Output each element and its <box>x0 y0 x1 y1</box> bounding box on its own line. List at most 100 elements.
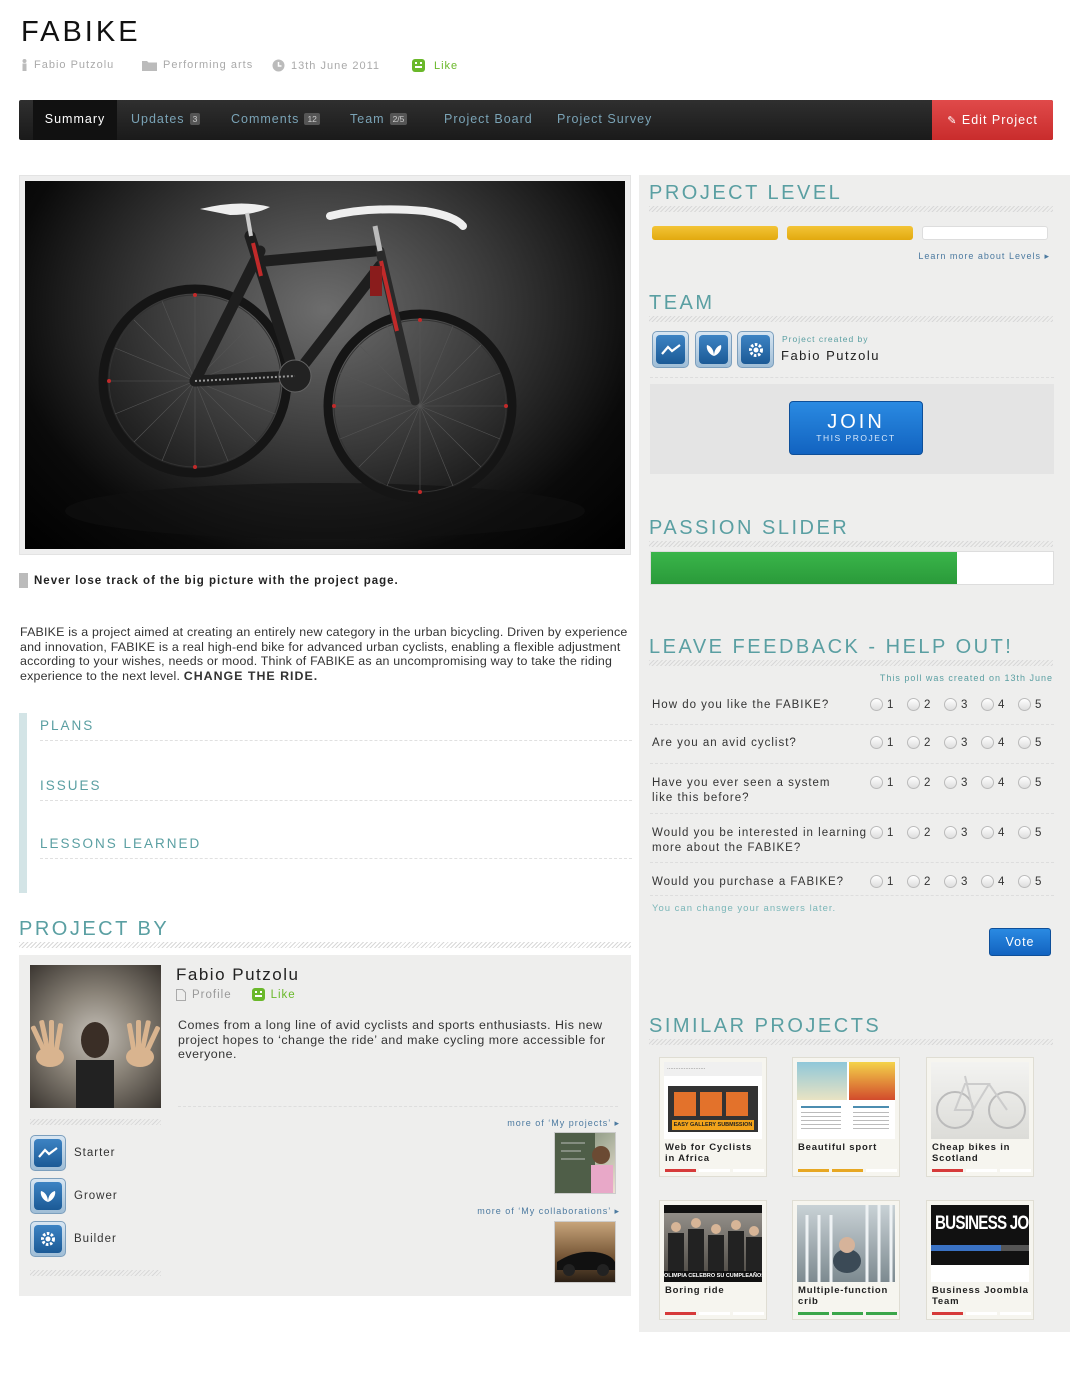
author-meta[interactable]: Fabio Putzolu <box>21 59 114 71</box>
poll-option-q1-5[interactable]: 5 <box>1018 698 1041 711</box>
similar-project-card[interactable]: Beautiful sport <box>792 1057 900 1177</box>
learn-more-levels-link[interactable]: Learn more about Levels ▸ <box>850 251 1050 262</box>
poll-option-q5-2[interactable]: 2 <box>907 875 930 888</box>
poll-option-q2-3[interactable]: 3 <box>944 736 967 749</box>
poll-option-q1-3[interactable]: 3 <box>944 698 967 711</box>
poll-option-q1-4[interactable]: 4 <box>981 698 1004 711</box>
radio-button[interactable] <box>944 736 957 749</box>
my-project-thumbnail[interactable] <box>554 1132 616 1194</box>
role-grower[interactable]: Grower <box>30 1178 118 1214</box>
edit-project-button[interactable]: ✎ Edit Project <box>932 100 1053 140</box>
role-starter[interactable]: Starter <box>30 1135 116 1171</box>
tab-comments[interactable]: Comments 12 <box>231 100 320 140</box>
radio-button[interactable] <box>870 776 883 789</box>
creator-bio: Comes from a long line of avid cyclists … <box>178 1018 606 1062</box>
radio-button[interactable] <box>870 875 883 888</box>
poll-option-q4-4[interactable]: 4 <box>981 826 1004 839</box>
poll-option-q3-5[interactable]: 5 <box>1018 776 1041 789</box>
radio-button[interactable] <box>944 698 957 711</box>
category-meta[interactable]: Performing arts <box>142 59 253 71</box>
tab-project-survey[interactable]: Project Survey <box>557 100 652 140</box>
radio-button[interactable] <box>870 736 883 749</box>
level-segment <box>866 1169 897 1172</box>
tab-summary[interactable]: Summary <box>33 100 117 140</box>
poll-option-q5-3[interactable]: 3 <box>944 875 967 888</box>
like-button[interactable]: Like <box>412 59 458 72</box>
radio-button[interactable] <box>944 826 957 839</box>
person-icon <box>22 59 27 71</box>
passion-slider-fill[interactable] <box>651 552 957 584</box>
poll-option-q3-4[interactable]: 4 <box>981 776 1004 789</box>
radio-button[interactable] <box>944 875 957 888</box>
poll-option-q4-3[interactable]: 3 <box>944 826 967 839</box>
radio-button[interactable] <box>907 875 920 888</box>
poll-option-q4-2[interactable]: 2 <box>907 826 930 839</box>
poll-option-q1-1[interactable]: 1 <box>870 698 893 711</box>
poll-option-q2-1[interactable]: 1 <box>870 736 893 749</box>
radio-button[interactable] <box>907 736 920 749</box>
team-grower-icon[interactable] <box>695 331 732 368</box>
tab-project-board[interactable]: Project Board <box>444 100 533 140</box>
category-name[interactable]: Performing arts <box>163 59 253 71</box>
poll-option-q2-2[interactable]: 2 <box>907 736 930 749</box>
radio-button[interactable] <box>981 698 994 711</box>
avatar[interactable] <box>30 965 161 1108</box>
poll-option-q2-4[interactable]: 4 <box>981 736 1004 749</box>
vote-button[interactable]: Vote <box>989 928 1051 956</box>
description-text: FABIKE is a project aimed at creating an… <box>20 625 628 683</box>
radio-button[interactable] <box>981 736 994 749</box>
radio-button[interactable] <box>870 826 883 839</box>
poll-option-q1-2[interactable]: 2 <box>907 698 930 711</box>
tab-updates[interactable]: Updates 3 <box>131 100 201 140</box>
more-my-projects-link[interactable]: more of ‘My projects’ ▸ <box>440 1118 620 1129</box>
role-builder[interactable]: Builder <box>30 1221 117 1257</box>
radio-button[interactable] <box>1018 826 1031 839</box>
radio-button[interactable] <box>944 776 957 789</box>
more-my-collaborations-link[interactable]: more of ‘My collaborations’ ▸ <box>420 1206 620 1217</box>
profile-link[interactable]: Profile <box>192 989 232 1001</box>
radio-button[interactable] <box>907 826 920 839</box>
radio-button[interactable] <box>907 698 920 711</box>
poll-option-q5-1[interactable]: 1 <box>870 875 893 888</box>
grower-icon <box>30 1178 66 1214</box>
poll-option-q4-1[interactable]: 1 <box>870 826 893 839</box>
hero-image-bike <box>25 181 625 549</box>
radio-button[interactable] <box>981 826 994 839</box>
similar-project-card[interactable]: ....................... EASY GALLERY SUB… <box>659 1057 767 1177</box>
level-segment <box>665 1169 696 1172</box>
poll-option-q3-2[interactable]: 2 <box>907 776 930 789</box>
similar-project-card[interactable]: Cheap bikes in Scotland <box>926 1057 1034 1177</box>
similar-project-thumbnail <box>931 1062 1029 1139</box>
poll-option-q5-5[interactable]: 5 <box>1018 875 1041 888</box>
section-plans[interactable]: PLANS <box>40 718 632 741</box>
radio-button[interactable] <box>907 776 920 789</box>
team-builder-gear-icon[interactable] <box>737 331 774 368</box>
poll-option-q4-5[interactable]: 5 <box>1018 826 1041 839</box>
clock-icon <box>272 59 285 72</box>
team-starter-icon[interactable] <box>652 331 689 368</box>
radio-button[interactable] <box>1018 776 1031 789</box>
author-name[interactable]: Fabio Putzolu <box>34 59 114 71</box>
radio-button[interactable] <box>870 698 883 711</box>
join-project-button[interactable]: JOIN THIS PROJECT <box>789 401 923 455</box>
poll-option-q3-3[interactable]: 3 <box>944 776 967 789</box>
radio-button[interactable] <box>1018 875 1031 888</box>
section-issues[interactable]: ISSUES <box>40 778 632 801</box>
poll-option-q5-4[interactable]: 4 <box>981 875 1004 888</box>
my-collaboration-thumbnail[interactable] <box>554 1221 616 1283</box>
radio-button[interactable] <box>981 776 994 789</box>
team-creator-name[interactable]: Fabio Putzolu <box>781 348 880 363</box>
created-by-label: Project created by <box>782 334 869 344</box>
radio-button[interactable] <box>1018 736 1031 749</box>
creator-name[interactable]: Fabio Putzolu <box>176 965 299 985</box>
similar-project-card[interactable]: OLIMPIA CELEBRO SU CUMPLEAÑOS Boring rid… <box>659 1200 767 1320</box>
poll-option-q3-1[interactable]: 1 <box>870 776 893 789</box>
radio-button[interactable] <box>981 875 994 888</box>
tab-team[interactable]: Team 2/5 <box>350 100 408 140</box>
creator-like-link[interactable]: Like <box>271 989 296 1001</box>
section-lessons-learned[interactable]: LESSONS LEARNED <box>40 836 632 859</box>
poll-option-q2-5[interactable]: 5 <box>1018 736 1041 749</box>
similar-project-card[interactable]: BUSINESS JO Business Joombla Team <box>926 1200 1034 1320</box>
similar-project-card[interactable]: Multiple-function crib <box>792 1200 900 1320</box>
radio-button[interactable] <box>1018 698 1031 711</box>
